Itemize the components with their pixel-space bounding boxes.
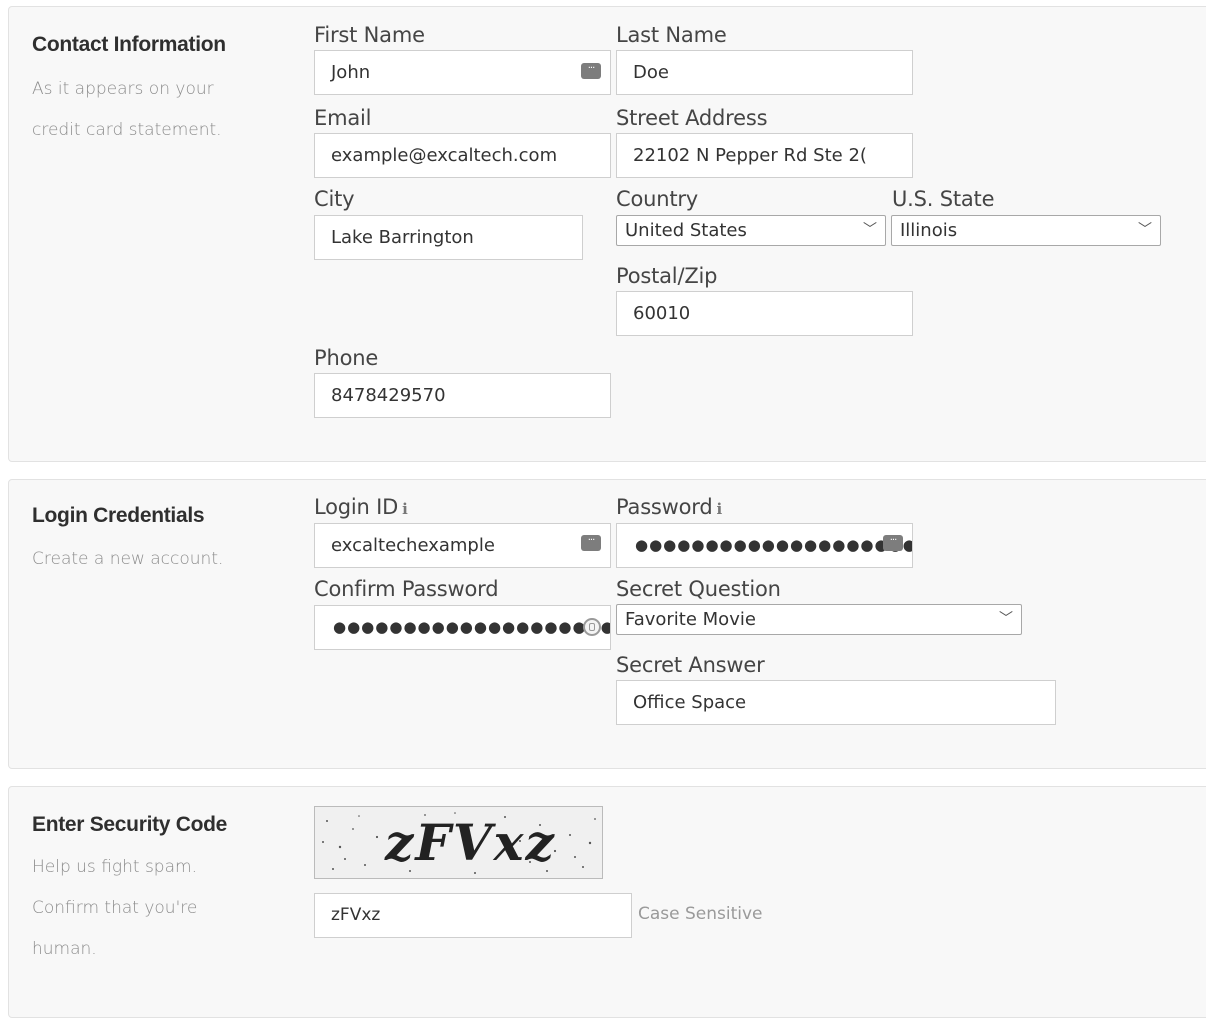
key-dots-icon[interactable]: ··· <box>581 63 601 79</box>
email-input[interactable]: example@excaltech.com <box>314 133 611 178</box>
login-id-input[interactable]: excaltechexample <box>314 523 611 568</box>
last-name-label: Last Name <box>616 23 727 47</box>
security-section-title: Enter Security Code <box>32 813 228 836</box>
secret-question-select[interactable]: Favorite Movie ﹀ <box>616 604 1022 635</box>
security-code-input[interactable]: zFVxz <box>314 893 632 938</box>
security-desc-line-1: Help us fight spam. <box>32 857 197 877</box>
contact-information-panel: Contact Information As it appears on you… <box>8 6 1206 462</box>
key-dots-icon[interactable]: ··· <box>883 535 903 551</box>
street-address-input[interactable]: 22102 N Pepper Rd Ste 2( <box>616 133 913 178</box>
secret-answer-input[interactable]: Office Space <box>616 680 1056 725</box>
state-label: U.S. State <box>892 187 995 211</box>
contact-section-title: Contact Information <box>32 33 226 56</box>
city-input[interactable]: Lake Barrington <box>314 215 583 260</box>
postal-zip-label: Postal/Zip <box>616 264 718 288</box>
login-section-description: Create a new account. <box>32 549 224 569</box>
security-desc-line-2: Confirm that you're <box>32 898 198 918</box>
last-name-input[interactable]: Doe <box>616 50 913 95</box>
city-label: City <box>314 187 355 211</box>
login-section-title: Login Credentials <box>32 504 205 527</box>
postal-zip-input[interactable]: 60010 <box>616 291 913 336</box>
password-input[interactable]: ●●●●●●●●●●●●●●●●●●●● <box>616 523 913 568</box>
chevron-down-icon: ﹀ <box>1138 222 1152 238</box>
contact-desc-line-2: credit card statement. <box>32 120 222 140</box>
email-label: Email <box>314 106 372 130</box>
password-label: Password i <box>616 495 722 519</box>
login-id-label: Login ID i <box>314 495 408 519</box>
country-select[interactable]: United States ﹀ <box>616 215 886 246</box>
key-dots-icon[interactable]: ··· <box>581 535 601 551</box>
password-label-text: Password <box>616 495 713 519</box>
chevron-down-icon: ﹀ <box>863 222 877 238</box>
security-desc-line-3: human. <box>32 939 97 959</box>
password-reveal-icon[interactable] <box>583 618 601 636</box>
case-sensitive-note: Case Sensitive <box>638 904 763 924</box>
confirm-password-input[interactable]: ●●●●●●●●●●●●●●●●●●●●● <box>314 605 611 650</box>
phone-input[interactable]: 8478429570 <box>314 373 611 418</box>
secret-question-label: Secret Question <box>616 577 781 601</box>
login-id-label-text: Login ID <box>314 495 399 519</box>
security-section-description: Help us fight spam. Confirm that you're … <box>32 847 272 970</box>
captcha-text: zFVxz <box>385 813 556 872</box>
country-label: Country <box>616 187 699 211</box>
login-credentials-panel: Login Credentials Create a new account. … <box>8 479 1206 769</box>
secret-question-value: Favorite Movie <box>625 609 756 630</box>
captcha-image: zFVxz <box>314 806 603 879</box>
info-icon[interactable]: i <box>402 500 408 518</box>
contact-desc-line-1: As it appears on your <box>32 79 214 99</box>
phone-label: Phone <box>314 346 379 370</box>
confirm-password-label: Confirm Password <box>314 577 499 601</box>
chevron-down-icon: ﹀ <box>999 611 1013 627</box>
secret-answer-label: Secret Answer <box>616 653 765 677</box>
state-select-value: Illinois <box>900 220 958 241</box>
contact-section-description: As it appears on your credit card statem… <box>32 69 272 151</box>
security-code-panel: Enter Security Code Help us fight spam. … <box>8 786 1206 1018</box>
country-select-value: United States <box>625 220 747 241</box>
street-address-label: Street Address <box>616 106 768 130</box>
first-name-input[interactable]: John <box>314 50 611 95</box>
first-name-label: First Name <box>314 23 425 47</box>
info-icon[interactable]: i <box>717 500 723 518</box>
state-select[interactable]: Illinois ﹀ <box>891 215 1161 246</box>
